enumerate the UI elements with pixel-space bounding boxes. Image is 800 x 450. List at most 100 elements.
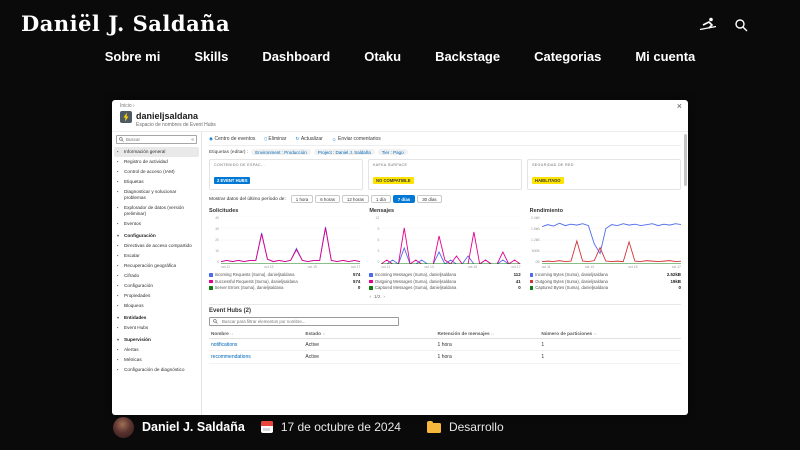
pager-prev-icon[interactable]: ‹ [369,294,371,299]
sidebar-item[interactable]: ▪ Configuración [114,280,199,290]
table-body: notifications Active 1 hora 1 recommenda… [209,339,681,363]
sidebar-item[interactable]: ▪ Propiedades [114,290,199,300]
author-name[interactable]: Daniel J. Saldaña [142,420,245,434]
pager-label: 1/2 [374,294,380,299]
command-button[interactable]: ☺ Enviar comentarios [332,136,381,142]
sidebar-item[interactable]: ▪ Control de acceso (IAM) [114,167,199,177]
column-header[interactable]: Nombre ↑↓ [209,329,303,339]
timerange-option[interactable]: 30 días [417,195,441,203]
search-icon[interactable] [734,18,748,32]
column-header[interactable]: Estado ↑↓ [303,329,435,339]
nav-item[interactable]: Sobre mi [105,49,161,64]
hub-name-link[interactable]: notifications [209,339,303,351]
sidebar-item-icon: ▪ [117,303,122,308]
sidebar-item[interactable]: ▪ Eventos [114,218,199,228]
nav-item[interactable]: Categorias [534,49,601,64]
collapse-sidebar-icon[interactable]: « [191,137,194,143]
sidebar-item-label: Propiedades [124,293,196,299]
sidebar-menu: ▪ Información general ▪ Registro de acti… [114,147,199,375]
nav-item[interactable]: Otaku [364,49,401,64]
calendar-icon [261,421,273,433]
legend-swatch [209,273,213,277]
close-icon[interactable]: × [677,102,682,111]
post-category[interactable]: Desarrollo [449,420,504,434]
tag-chip[interactable]: Tier : Pago [378,149,408,155]
nav-item[interactable]: Backstage [435,49,500,64]
sidebar-item[interactable]: ▪ Diagnosticar y solucionar problemas [114,187,199,203]
post-date: 17 de octubre de 2024 [281,420,401,434]
legend-swatch [369,273,373,277]
snowboarder-icon[interactable] [698,17,718,32]
portal-content: ◉ Centro de eventos ▯ Eliminar ↻ Actuali… [202,132,688,415]
timerange-option[interactable]: 6 horas [315,195,340,203]
sidebar-item-icon: ▪ [117,253,122,258]
sidebar-item-label: Eventos [124,221,196,227]
command-button[interactable]: ◉ Centro de eventos [209,136,255,142]
sidebar-item[interactable]: ▪ Recuperación geográfica [114,260,199,270]
sidebar-item[interactable]: ▪ Cifrado [114,270,199,280]
command-button[interactable]: ▯ Eliminar [264,136,286,142]
command-label: Centro de eventos [215,136,256,142]
sidebar-item[interactable]: ▪ Alertas [114,345,199,355]
column-header[interactable]: Retención de mensajes ↑↓ [436,329,540,339]
legend-name: Outgoing Bytes (Suma), danieljsaldana [535,279,668,284]
nav-item[interactable]: Mi cuenta [635,49,695,64]
nav-item[interactable]: Dashboard [262,49,330,64]
legend-item: Incoming Bytes (Suma), danieljsaldana 2.… [530,272,681,279]
sidebar-item[interactable]: ▪ Event Hubs [114,323,199,333]
sidebar-item-label: Supervisión [124,337,196,343]
sidebar-item-label: Alertas [124,347,196,353]
sidebar-item[interactable]: ▪ Escalar [114,250,199,260]
x-tick: oct 17 [351,265,360,269]
legend-name: Captured Messages (Suma), danieljsaldana [375,285,516,290]
sort-icon[interactable]: ↑↓ [322,332,325,336]
site-logo[interactable]: Daniël J. Saldaña [21,11,230,36]
eventhubs-filter-input[interactable] [220,318,395,325]
sidebar-item[interactable]: ▪ Información general [114,147,199,157]
sidebar-item[interactable]: ▪ Bloqueos [114,301,199,311]
sidebar-item-icon: ▾ [117,337,122,342]
legend-swatch [209,280,213,284]
sidebar-item-icon: ▾ [117,315,122,320]
tag-chip[interactable]: Environment : Producción [251,149,311,155]
timerange-option[interactable]: 7 días [393,195,415,203]
line-chart [221,216,360,264]
legend-swatch [530,286,534,290]
sidebar-item[interactable]: ▾ Entidades [114,313,199,323]
timerange-option[interactable]: 1 hora [291,195,313,203]
command-bar: ◉ Centro de eventos ▯ Eliminar ↻ Actuali… [209,135,681,146]
sidebar-item[interactable]: ▪ Etiquetas [114,177,199,187]
hub-name-link[interactable]: recommendations [209,351,303,363]
legend-value: 19kB [670,279,681,284]
sidebar-item[interactable]: ▪ Explorador de datos (versión prelimina… [114,203,199,219]
sort-icon[interactable]: ↑↓ [230,332,233,336]
eventhubs-section: Event Hubs (2) [209,304,681,363]
sidebar-item[interactable]: ▾ Supervisión [114,335,199,345]
sidebar-item[interactable]: ▪ Registro de actividad [114,157,199,167]
sidebar-search-input[interactable] [126,137,189,142]
sidebar-item[interactable]: ▪ Métricas [114,355,199,365]
chart-solicitudes: Solicitudes 403020100 oct 11oct 13oct 15… [209,208,360,291]
hub-retention: 1 hora [436,351,540,363]
nav-item[interactable]: Skills [194,49,228,64]
pager-next-icon[interactable]: › [383,294,385,299]
status-badge: 2 EVENT HUBS [214,177,250,184]
tag-chip[interactable]: Project : Daniel J. Saldaña [314,149,375,155]
sidebar-item[interactable]: ▪ Directivas de acceso compartido [114,240,199,250]
legend-name: Successful Requests (Suma), danieljsalda… [215,279,351,284]
scrollbar[interactable] [684,134,687,186]
table-row[interactable]: notifications Active 1 hora 1 [209,339,681,351]
timerange-option[interactable]: 1 día [371,195,391,203]
essentials-heading: KAFKA SURFACE [373,163,517,167]
command-icon: ☺ [332,137,337,142]
sidebar-item[interactable]: ▪ Configuración de diagnóstico [114,365,199,375]
sort-icon[interactable]: ↑↓ [491,332,494,336]
y-axis-labels: 129630 [369,216,379,264]
sidebar-item[interactable]: ▾ Configuración [114,230,199,240]
timerange-option[interactable]: 12 horas [342,195,369,203]
sort-icon[interactable]: ↑↓ [593,332,596,336]
breadcrumb[interactable]: Inicio › [112,100,688,109]
command-button[interactable]: ↻ Actualizar [295,136,322,142]
column-header[interactable]: Número de particiones ↑↓ [539,329,681,339]
table-row[interactable]: recommendations Active 1 hora 1 [209,351,681,363]
